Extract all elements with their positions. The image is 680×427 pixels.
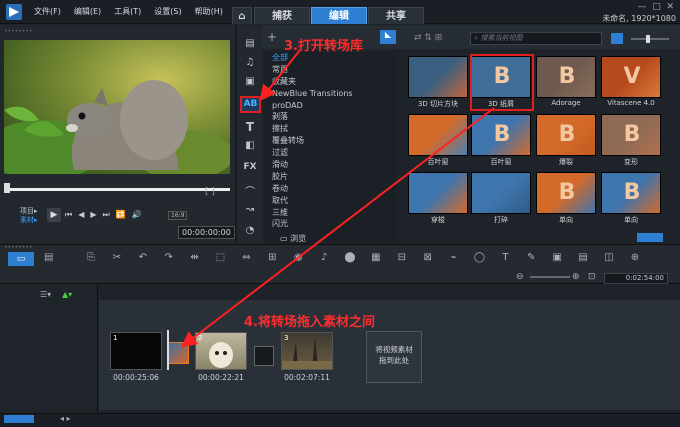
horizontal-scrollbar[interactable] [4,415,34,423]
arrow-to-library [259,49,301,102]
status-bar [0,413,680,427]
scroll-arrows[interactable]: ◂ ▸ [60,414,71,423]
annotation-arrows [180,49,495,348]
arrow-to-timeline [180,107,495,348]
